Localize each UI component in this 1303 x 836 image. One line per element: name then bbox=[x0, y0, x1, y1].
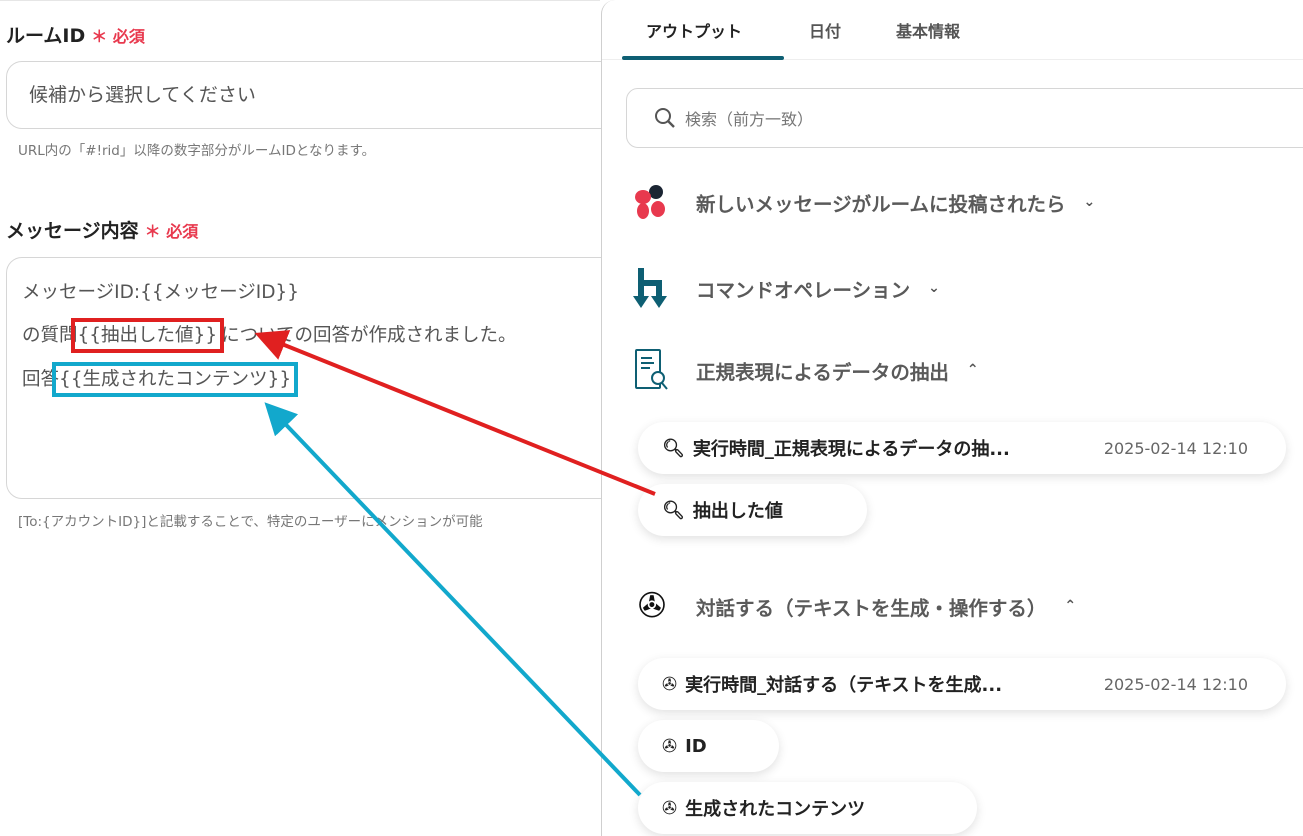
chevron-up-icon[interactable]: ⌃ bbox=[1064, 598, 1076, 614]
room-id-select[interactable]: 候補から選択してください bbox=[6, 61, 626, 129]
required-text: 必須 bbox=[166, 221, 199, 241]
search-icon bbox=[655, 108, 675, 128]
item-label: 抽出した値 bbox=[692, 501, 783, 522]
regex-extract-icon: 🔍︎ bbox=[662, 437, 685, 459]
item-label: 実行時間_正規表現によるデータの抽... bbox=[692, 439, 1010, 460]
section-regex-extract[interactable]: 正規表現によるデータの抽出 ⌃ bbox=[632, 348, 979, 392]
output-item[interactable]: 🔍︎ 抽出した値 bbox=[638, 484, 867, 536]
item-time: 2025-02-14 12:10 bbox=[1103, 674, 1248, 694]
message-help: [To:{アカウントID}]と記載することで、特定のユーザーにメンションが可能 bbox=[18, 514, 483, 530]
line-text: 回答 bbox=[22, 369, 60, 390]
room-id-label: ルームID ＊ 必須 bbox=[6, 21, 145, 48]
search-placeholder: 検索（前方一致） bbox=[685, 110, 814, 129]
regex-extract-icon: 🔍︎ bbox=[662, 499, 685, 521]
line-text: についての回答が作成されました。 bbox=[221, 325, 517, 346]
chevron-up-icon[interactable]: ⌃ bbox=[967, 362, 979, 378]
section-title: 正規表現によるデータの抽出 bbox=[696, 360, 949, 384]
section-chatwork-trigger[interactable]: 新しいメッセージがルームに投稿されたら ⌄ bbox=[632, 180, 1095, 224]
room-id-label-text: ルームID bbox=[6, 25, 86, 47]
message-line-3: 回答{{生成されたコンテンツ}} bbox=[22, 362, 299, 397]
chatwork-icon bbox=[632, 180, 672, 224]
tab-bar: アウトプット 日付 基本情報 bbox=[602, 0, 1303, 60]
form-panel: ルームID ＊ 必須 候補から選択してください URL内の「#!rid」以降の数字… bbox=[0, 0, 626, 836]
message-label-text: メッセージ内容 bbox=[6, 220, 139, 242]
command-operation-icon bbox=[632, 266, 672, 310]
section-command-operation[interactable]: コマンドオペレーション ⌄ bbox=[632, 266, 940, 310]
section-openai-chat[interactable]: ✇ 対話する（テキストを生成・操作する） ⌃ bbox=[632, 584, 1076, 628]
output-item[interactable]: 🔍︎ 実行時間_正規表現によるデータの抽... 2025-02-14 12:10 bbox=[638, 422, 1286, 474]
room-id-help: URL内の「#!rid」以降の数字部分がルームIDとなります。 bbox=[18, 143, 376, 159]
openai-icon: ✇ bbox=[662, 673, 678, 695]
item-label: ID bbox=[685, 735, 707, 757]
extracted-value-token: {{抽出した値}} bbox=[70, 318, 225, 353]
section-title: 新しいメッセージがルームに投稿されたら bbox=[696, 192, 1066, 216]
output-item[interactable]: ✇ 生成されたコンテンツ bbox=[638, 782, 977, 834]
output-item[interactable]: ✇ 実行時間_対話する（テキストを生成... 2025-02-14 12:10 bbox=[638, 658, 1286, 710]
chevron-down-icon[interactable]: ⌄ bbox=[1084, 194, 1096, 210]
active-tab-indicator bbox=[622, 56, 784, 60]
line-text: の質問 bbox=[22, 325, 78, 346]
tab-output[interactable]: アウトプット bbox=[646, 18, 742, 42]
message-label: メッセージ内容＊ 必須 bbox=[6, 216, 198, 243]
tab-date[interactable]: 日付 bbox=[809, 18, 841, 42]
openai-icon: ✇ bbox=[662, 735, 678, 757]
item-label: 生成されたコンテンツ bbox=[685, 799, 866, 820]
required-badge: ＊ 必須 bbox=[144, 221, 199, 241]
required-text: 必須 bbox=[112, 26, 145, 46]
output-panel: アウトプット 日付 基本情報 検索（前方一致） 新しいメッセージがルームに投稿さ… bbox=[601, 0, 1303, 836]
room-id-placeholder: 候補から選択してください bbox=[29, 84, 256, 106]
line-text: メッセージID:{{メッセージID}} bbox=[22, 282, 299, 303]
output-item[interactable]: ✇ ID bbox=[638, 720, 779, 772]
tab-basic-info[interactable]: 基本情報 bbox=[896, 18, 960, 42]
regex-extract-icon bbox=[632, 348, 672, 392]
item-label: 実行時間_対話する（テキストを生成... bbox=[685, 675, 1003, 696]
search-input[interactable]: 検索（前方一致） bbox=[626, 88, 1303, 148]
chevron-down-icon[interactable]: ⌄ bbox=[928, 280, 940, 296]
section-title: コマンドオペレーション bbox=[696, 278, 911, 302]
section-title: 対話する（テキストを生成・操作する） bbox=[696, 596, 1047, 620]
message-line-2: の質問{{抽出した値}} についての回答が作成されました。 bbox=[22, 318, 517, 353]
item-time: 2025-02-14 12:10 bbox=[1103, 438, 1248, 458]
generated-content-token: {{生成されたコンテンツ}} bbox=[52, 362, 299, 397]
message-line-1: メッセージID:{{メッセージID}} bbox=[22, 278, 299, 304]
required-badge: ＊ 必須 bbox=[91, 26, 145, 46]
openai-icon: ✇ bbox=[662, 797, 678, 819]
openai-icon: ✇ bbox=[637, 586, 667, 626]
